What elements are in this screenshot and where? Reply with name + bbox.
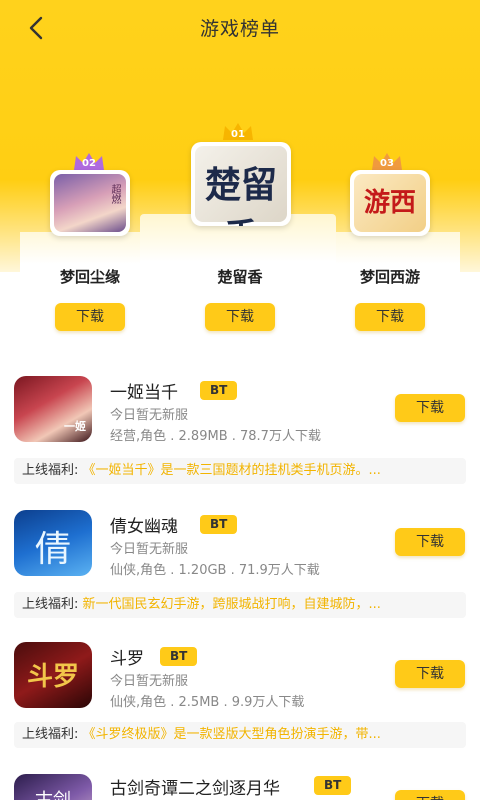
server-status: 今日暂无新服	[110, 674, 189, 689]
icon-label: 倩	[34, 529, 71, 570]
game-icon-qiannvyouhun: 倩	[14, 510, 92, 576]
rank-number-3: 03	[380, 158, 394, 169]
bt-badge: BT	[160, 647, 198, 666]
bt-badge: BT	[200, 515, 238, 534]
game-name: 古剑奇谭二之剑逐月华	[110, 779, 280, 799]
game-name: 斗罗	[110, 649, 144, 669]
download-button[interactable]: 下载	[395, 660, 465, 688]
game-name: 一姬当千	[110, 383, 178, 403]
welfare-bar: 上线福利: 《一姬当千》是一款三国题材的挂机类手机页游。...	[14, 458, 466, 484]
game-icon-yijidangqian: 一姬	[14, 376, 92, 442]
download-button[interactable]: 下载	[395, 394, 465, 422]
download-button-rank-1[interactable]: 下载	[205, 303, 275, 331]
icon-label: 楚留香	[204, 164, 277, 226]
download-button-rank-2[interactable]: 下载	[55, 303, 125, 331]
download-button[interactable]: 下载	[395, 528, 465, 556]
game-icon-chuliuxiang[interactable]: 楚留香	[191, 142, 291, 226]
game-meta: 仙侠,角色 . 2.5MB . 9.9万人下载	[110, 695, 305, 710]
welfare-label: 上线福利:	[22, 597, 79, 612]
rank-number-1: 01	[231, 129, 245, 140]
rank-name-1: 楚留香	[217, 268, 263, 286]
bt-badge: BT	[314, 776, 352, 795]
welfare-text: 《一姬当千》是一款三国题材的挂机类手机页游。...	[82, 463, 381, 478]
bt-badge: BT	[200, 381, 238, 400]
icon-label: 游西	[363, 188, 416, 218]
game-icon-menghuichenyuan[interactable]: 超燃	[50, 170, 130, 236]
game-icon-douluo: 斗罗	[14, 642, 92, 708]
icon-label: 古剑	[14, 786, 92, 800]
icon-label: 一姬	[64, 420, 86, 433]
game-name: 倩女幽魂	[110, 517, 178, 537]
welfare-bar: 上线福利: 《斗罗终极版》是一款竖版大型角色扮演手游，带...	[14, 722, 466, 748]
game-meta: 仙侠,角色 . 1.20GB . 71.9万人下载	[110, 563, 320, 578]
page-title: 游戏榜单	[199, 18, 280, 40]
rank-name-2: 梦回尘缘	[59, 268, 120, 286]
icon-label: 斗罗	[26, 662, 79, 692]
server-status: 今日暂无新服	[110, 408, 189, 423]
welfare-bar: 上线福利: 新一代国民玄幻手游，跨服城战打响，自建城防，...	[14, 592, 466, 618]
rank-number-2: 02	[82, 158, 96, 169]
game-icon-menghuixiyou[interactable]: 游西	[350, 170, 430, 236]
welfare-text: 《斗罗终极版》是一款竖版大型角色扮演手游，带...	[82, 727, 381, 742]
welfare-label: 上线福利:	[22, 463, 79, 478]
server-status: 今日暂无新服	[110, 542, 189, 557]
rank-name-3: 梦回西游	[359, 268, 420, 286]
icon-label: 超燃	[109, 184, 120, 204]
game-meta: 经营,角色 . 2.89MB . 78.7万人下载	[110, 429, 321, 444]
welfare-text: 新一代国民玄幻手游，跨服城战打响，自建城防，...	[82, 597, 381, 612]
welfare-label: 上线福利:	[22, 727, 79, 742]
game-icon-gujianqitan: 古剑	[14, 774, 92, 800]
download-button-rank-3[interactable]: 下载	[355, 303, 425, 331]
download-button[interactable]: 下载	[395, 790, 465, 800]
